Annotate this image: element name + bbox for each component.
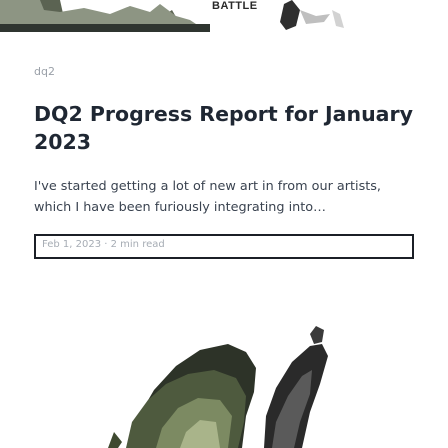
hero-image[interactable] bbox=[96, 304, 352, 448]
meta-separator: · bbox=[104, 239, 108, 250]
post-meta: Feb 1, 2023 · 2 min read bbox=[34, 234, 414, 259]
post-tag[interactable]: dq2 bbox=[34, 65, 55, 78]
post-date: Feb 1, 2023 bbox=[42, 239, 102, 250]
banner-image: BATTLE bbox=[0, 0, 448, 32]
post-title[interactable]: DQ2 Progress Report for January 2023 bbox=[34, 100, 424, 156]
banner-caption: BATTLE bbox=[212, 0, 258, 12]
post-read-time: 2 min read bbox=[110, 239, 165, 250]
post-excerpt: I've started getting a lot of new art in… bbox=[34, 179, 381, 215]
hero-art-image bbox=[96, 304, 352, 448]
